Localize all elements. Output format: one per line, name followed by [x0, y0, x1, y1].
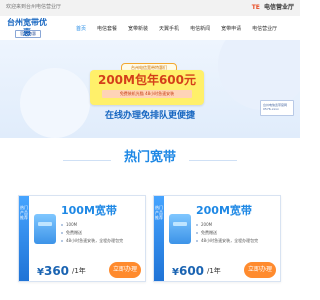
nav-item-new-broadband[interactable]: 宽带新装	[128, 24, 148, 34]
promo-headline: 200M包年600元	[97, 73, 197, 87]
nav-item-packages[interactable]: 电信套餐	[97, 24, 117, 34]
bullet-icon	[61, 240, 63, 242]
plan-name: 100M宽带	[61, 204, 117, 217]
top-bar: 欢迎来到台州电信营业厅 TE 电信营业厅	[0, 0, 300, 17]
site-header: 台州宽带优惠 官方特惠 首页 电信套餐 宽带新装 天翼手机 电信新闻 宽带申请 …	[0, 16, 300, 40]
bullet-icon	[196, 224, 198, 226]
plan-strip-text: 热门产品推荐	[20, 205, 28, 220]
nav-item-home[interactable]: 首页	[76, 24, 86, 34]
hotline: TE 电信营业厅	[252, 2, 294, 11]
nav-item-news[interactable]: 电信新闻	[190, 24, 210, 34]
bullet-icon	[61, 224, 63, 226]
price-value: 360	[43, 264, 70, 278]
price-currency: ¥	[172, 267, 179, 278]
bullet-icon	[196, 240, 198, 242]
price-currency: ¥	[37, 267, 44, 278]
price-value: 600	[178, 264, 205, 278]
plan-feature: 免费赠送	[201, 230, 217, 235]
router-icon	[34, 214, 56, 244]
side-contact-box[interactable]: 台州电信宽带官网 0576-xxxx	[260, 100, 294, 116]
price-unit: /1年	[207, 267, 221, 275]
side-contact-text: 台州电信宽带官网 0576-xxxx	[263, 103, 288, 111]
plan-card-200m: 热门产品推荐 200M宽带 200M 免费赠送 48小时急速安装，全程办理包完 …	[153, 195, 281, 282]
hotline-label: TE	[251, 4, 260, 11]
banner-slogan: 在线办理免排队更便捷	[104, 111, 195, 121]
plan-strip-text: 热门产品推荐	[155, 205, 163, 220]
decor-circle	[20, 68, 90, 138]
nav-item-phones[interactable]: 天翼手机	[159, 24, 179, 34]
plan-feature: 100M	[66, 222, 78, 227]
logo[interactable]: 台州宽带优惠 官方特惠	[7, 18, 47, 38]
plan-strip: 热门产品推荐	[154, 196, 164, 281]
bullet-icon	[196, 232, 198, 234]
section-title: 热门宽带	[123, 150, 176, 165]
bullet-icon	[61, 232, 63, 234]
promo-card: 200M包年600元 免费装机光猫 48小时急速安装	[90, 70, 204, 105]
plan-strip: 热门产品推荐	[19, 196, 29, 281]
promo-subtags: 免费装机光猫 48小时急速安装	[102, 90, 192, 98]
plan-feature: 免费赠送	[66, 230, 82, 235]
nav-item-hall[interactable]: 电信营业厅	[252, 24, 277, 34]
logo-subtitle: 官方特惠	[15, 30, 41, 38]
hotline-number: 电信营业厅	[263, 4, 294, 11]
plan-card-100m: 热门产品推荐 100M宽带 100M 免费赠送 48小时急速安装，全程办理包完 …	[18, 195, 146, 282]
plan-price: ¥360	[37, 264, 69, 280]
router-icon	[169, 214, 191, 244]
main-nav: 首页 电信套餐 宽带新装 天翼手机 电信新闻 宽带申请 电信营业厅	[76, 24, 288, 34]
hero-banner[interactable]: 台州电信宽带特惠们 200M包年600元 免费装机光猫 48小时急速安装 在线办…	[0, 40, 300, 138]
nav-item-apply[interactable]: 宽带申请	[221, 24, 241, 34]
plan-name: 200M宽带	[196, 204, 252, 217]
hot-broadband-section: 热门宽带 热门产品推荐 100M宽带 100M 免费赠送 48小时急速安装，全程…	[0, 138, 300, 300]
price-unit: /1年	[72, 267, 86, 275]
plan-feature: 48小时急速安装，全程办理包完	[201, 238, 259, 243]
welcome-text: 欢迎来到台州电信营业厅	[6, 4, 62, 10]
plan-feature: 48小时急速安装，全程办理包完	[66, 238, 124, 243]
plan-price: ¥600	[172, 264, 204, 280]
apply-button[interactable]: 立即办理	[244, 262, 276, 278]
apply-button[interactable]: 立即办理	[109, 262, 141, 278]
plan-feature: 200M	[201, 222, 213, 227]
